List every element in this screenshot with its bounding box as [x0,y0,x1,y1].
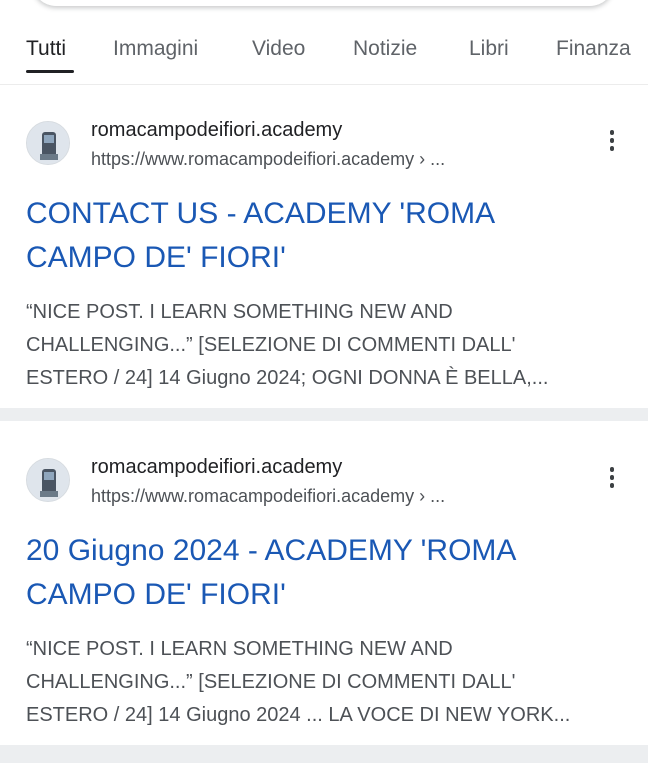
title-line: 20 Giugno 2024 - ACADEMY 'ROMA [26,534,517,567]
result-snippet: “NICE POST. I LEARN SOMETHING NEW AND CH… [26,633,631,732]
more-options-icon[interactable] [598,130,626,158]
site-url[interactable]: https://www.romacampodeifiori.academy › … [91,149,445,170]
site-name[interactable]: romacampodeifiori.academy [91,456,342,479]
tab-libri[interactable]: Libri [469,37,509,61]
tab-notizie[interactable]: Notizie [353,37,417,61]
result-divider [0,408,648,421]
site-favicon-icon[interactable] [26,458,70,502]
result-snippet: “NICE POST. I LEARN SOMETHING NEW AND CH… [26,296,631,395]
active-tab-indicator [26,70,74,73]
search-tabs: Tutti Immagini Video Notizie Libri Finan… [0,0,648,85]
site-url[interactable]: https://www.romacampodeifiori.academy › … [91,486,445,507]
title-line: CAMPO DE' FIORI' [26,241,286,274]
more-options-icon[interactable] [598,467,626,495]
snippet-line: “NICE POST. I LEARN SOMETHING NEW AND [26,638,453,660]
tab-finanza[interactable]: Finanza [556,37,631,61]
snippet-line: CHALLENGING...” [SELEZIONE DI COMMENTI D… [26,671,516,693]
tab-video[interactable]: Video [252,37,305,61]
snippet-line: ESTERO / 24] 14 Giugno 2024; OGNI DONNA … [26,367,549,389]
result-divider [0,745,648,763]
title-line: CAMPO DE' FIORI' [26,578,286,611]
tab-tutti[interactable]: Tutti [26,37,66,61]
result-title-link[interactable]: CONTACT US - ACADEMY 'ROMA CAMPO DE' FIO… [26,192,626,280]
search-result: romacampodeifiori.academy https://www.ro… [0,421,648,741]
search-result: romacampodeifiori.academy https://www.ro… [0,84,648,404]
title-line: CONTACT US - ACADEMY 'ROMA [26,197,496,230]
site-favicon-icon[interactable] [26,121,70,165]
site-name[interactable]: romacampodeifiori.academy [91,119,342,142]
tab-immagini[interactable]: Immagini [113,37,198,61]
snippet-line: CHALLENGING...” [SELEZIONE DI COMMENTI D… [26,334,516,356]
snippet-line: “NICE POST. I LEARN SOMETHING NEW AND [26,301,453,323]
snippet-line: ESTERO / 24] 14 Giugno 2024 ... LA VOCE … [26,704,571,726]
result-title-link[interactable]: 20 Giugno 2024 - ACADEMY 'ROMA CAMPO DE'… [26,529,626,617]
